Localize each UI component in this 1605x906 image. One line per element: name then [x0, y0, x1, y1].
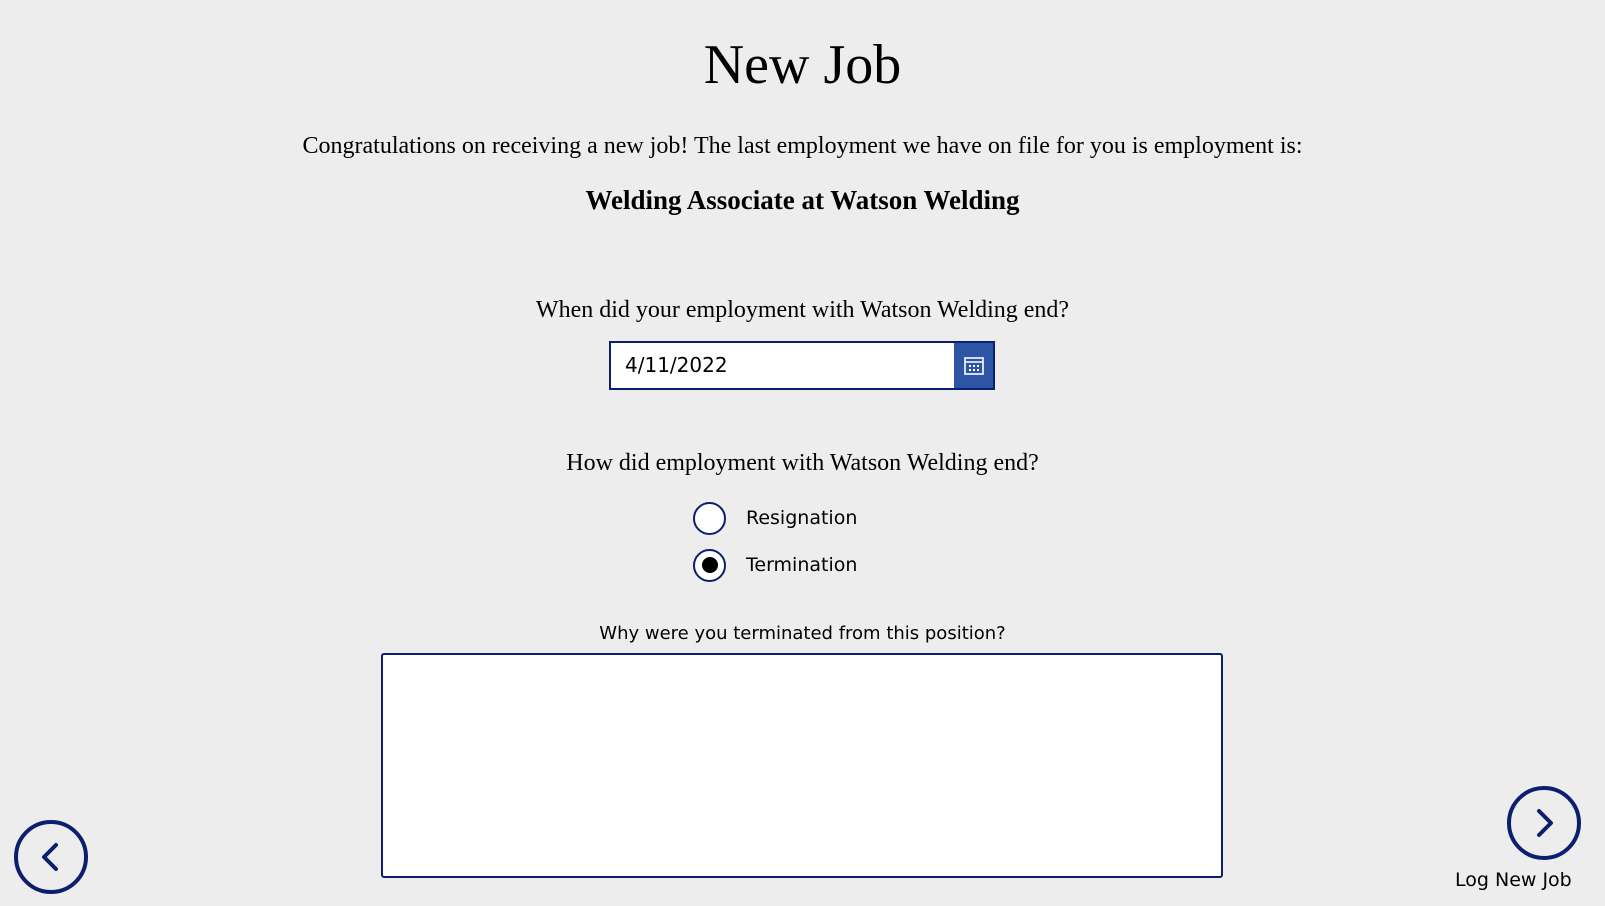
termination-reason-question: Why were you terminated from this positi…: [599, 623, 1006, 644]
end-date-question: When did your employment with Watson Wel…: [535, 297, 1070, 323]
termination-reason-input[interactable]: [381, 653, 1223, 878]
log-new-job-label: Log New Job: [1455, 869, 1572, 891]
end-date-value[interactable]: 4/11/2022: [611, 343, 954, 388]
current-job-text: Welding Associate at Watson Welding: [585, 185, 1020, 215]
end-date-picker[interactable]: 4/11/2022: [609, 341, 995, 390]
radio-option-resignation[interactable]: Resignation: [693, 499, 857, 537]
end-reason-question: How did employment with Watson Welding e…: [566, 450, 1039, 476]
back-button[interactable]: [14, 820, 88, 894]
radio-option-termination[interactable]: Termination: [693, 546, 857, 584]
chevron-right-icon: [1537, 809, 1553, 837]
log-new-job-button[interactable]: [1507, 786, 1581, 860]
radio-button-resignation[interactable]: [693, 501, 726, 535]
calendar-icon: [963, 356, 984, 375]
chevron-left-icon: [42, 843, 58, 871]
radio-label-resignation: Resignation: [746, 507, 858, 529]
intro-text: Congratulations on receiving a new job! …: [302, 133, 1303, 159]
calendar-button[interactable]: [954, 343, 993, 388]
radio-button-termination[interactable]: [693, 548, 726, 582]
page-title: New Job: [703, 34, 902, 96]
radio-selected-dot: [701, 557, 718, 573]
radio-label-termination: Termination: [746, 554, 858, 576]
